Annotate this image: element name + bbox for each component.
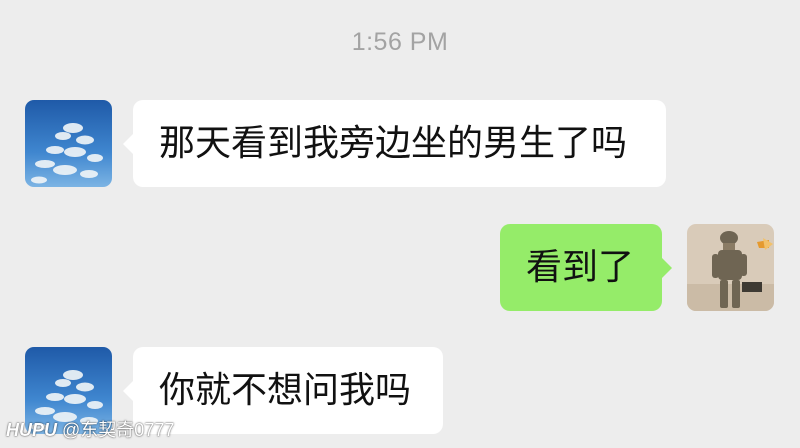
message-bubble-outgoing[interactable]: 看到了 xyxy=(500,224,672,311)
message-text: 那天看到我旁边坐的男生了吗 xyxy=(159,122,628,164)
contact-avatar[interactable] xyxy=(25,100,112,187)
message-timestamp: 1:56 PM xyxy=(351,28,449,56)
watermark: HUPU @东契奇0777 xyxy=(6,416,174,442)
user-avatar[interactable] xyxy=(687,224,774,311)
message-bubble-incoming[interactable]: 那天看到我旁边坐的男生了吗 xyxy=(123,100,666,187)
watermark-handle: @东契奇0777 xyxy=(62,420,175,440)
watermark-brand: HUPU xyxy=(6,420,58,440)
message-text: 看到了 xyxy=(526,246,635,288)
message-bubble-incoming[interactable]: 你就不想问我吗 xyxy=(123,347,443,434)
message-text: 你就不想问我吗 xyxy=(159,369,412,411)
